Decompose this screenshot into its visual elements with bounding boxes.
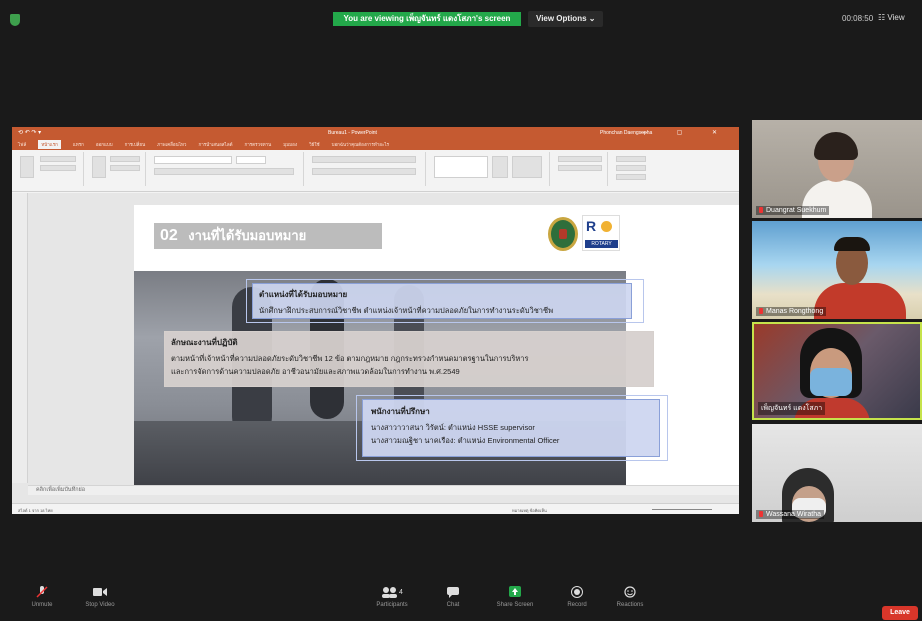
slide-thumbnails-pane[interactable] (12, 193, 28, 483)
notes-comments-buttons[interactable]: หมายเหตุ ข้อคิดเห็น (512, 507, 547, 514)
reactions-icon (624, 586, 636, 598)
clipboard-group[interactable] (16, 152, 84, 186)
assigned-position-text: นักศึกษาฝึกประสบการณ์วิชาชีพ ตำแหน่งเจ้า… (259, 306, 554, 315)
job-description-line-1: ตามหน้าที่เจ้าหน้าที่ความปลอดภัยระดับวิช… (171, 354, 529, 363)
font-group[interactable] (150, 152, 304, 186)
advisors-box: พนักงานที่ปรึกษา นางสาวาวาสนา วิรัตน์: ต… (362, 399, 660, 457)
view-options-button[interactable]: View Options ⌄ (528, 11, 604, 27)
participants-button[interactable]: 4 Participants (364, 586, 420, 608)
paragraph-group[interactable] (308, 152, 426, 186)
slide-header: 02 งานที่ได้รับมอบหมาย R ROTARY (134, 205, 739, 271)
assigned-position-heading: ตำแหน่งที่ได้รับมอบหมาย (259, 290, 348, 299)
job-description-box: ลักษณะงานที่ปฏิบัติ ตามหน้าที่เจ้าหน้าที… (164, 331, 654, 387)
record-button[interactable]: Record (562, 586, 592, 608)
share-screen-icon (509, 586, 521, 597)
advisor-2: นางสาวมณฐิชา นาคเรือง: ตำแหน่ง Environme… (371, 436, 560, 445)
chat-button[interactable]: Chat (438, 586, 468, 608)
video-icon (93, 588, 107, 596)
university-seal-icon (548, 217, 578, 251)
svg-text:4: 4 (399, 589, 403, 596)
shared-powerpoint-window: ⟲ ↶ ↷ ▾ Bureau1 - PowerPoint Phonchan Da… (12, 127, 739, 514)
viewing-screen-banner: You are viewing เพ็ญจันทร์ แดงโสภา's scr… (333, 12, 521, 26)
ribbon-toolbar (12, 150, 739, 192)
participant-name: Wassana Wiratha (756, 510, 824, 519)
current-slide[interactable]: 02 งานที่ได้รับมอบหมาย R ROTARY ตำแหน่งท… (134, 205, 739, 493)
ribbon-tabs: ไฟล์ หน้าแรก แทรก ออกแบบ การเปลี่ยน ภาพเ… (12, 139, 739, 150)
slide-editing-area: 02 งานที่ได้รับมอบหมาย R ROTARY ตำแหน่งท… (12, 193, 739, 503)
participant-name: Duangrat Suekhum (756, 206, 830, 215)
advisors-heading: พนักงานที่ปรึกษา (371, 407, 430, 416)
slide-count-status: สไลด์ 1 จาก 18 ไทย (18, 508, 53, 513)
mic-muted-icon (759, 511, 763, 517)
meeting-controls-bar: Unmute Stop Video 4 Participants Chat Sh… (0, 580, 922, 621)
mic-muted-icon (36, 586, 48, 598)
job-description-line-2: และการจัดการด้านความปลอดภัย อาชีวอนามัยแ… (171, 367, 460, 376)
slide-number: 02 (160, 227, 178, 244)
view-layout-button[interactable]: ☷ View (878, 13, 905, 22)
notes-pane[interactable]: คลิกเพื่อเพิ่มบันทึกย่อ (28, 485, 739, 495)
record-icon (571, 586, 583, 598)
meeting-timer: 00:08:50 (842, 14, 874, 23)
editing-group[interactable] (612, 152, 652, 186)
participants-icon: 4 (382, 587, 403, 598)
ribbon-tab[interactable]: การนำเสนอสไลด์ (198, 141, 232, 148)
ribbon-tab[interactable]: แทรก (73, 141, 84, 148)
share-screen-button[interactable]: Share Screen (492, 586, 538, 608)
slide-title-text: งานที่ได้รับมอบหมาย (188, 228, 307, 243)
quick-access-toolbar[interactable]: ⟲ ↶ ↷ ▾ (18, 129, 41, 136)
ribbon-tab[interactable]: การเปลี่ยน (125, 141, 146, 148)
ribbon-tab[interactable]: ภาพเคลื่อนไหว (157, 141, 186, 148)
shape-format-group[interactable] (554, 152, 608, 186)
participant-video-tile-active-speaker[interactable]: เพ็ญจันทร์ แดงโสภา (752, 322, 922, 420)
reactions-button[interactable]: Reactions (612, 586, 648, 608)
drawing-group[interactable] (430, 152, 550, 186)
rotary-logo-icon: R ROTARY (582, 215, 620, 251)
zoom-slider[interactable] (652, 509, 712, 510)
unmute-button[interactable]: Unmute (22, 586, 62, 608)
participant-video-tile[interactable]: Manas Rongthong (752, 221, 922, 319)
participant-name: เพ็ญจันทร์ แดงโสภา (758, 402, 826, 415)
ribbon-tab[interactable]: ไฟล์ (18, 141, 26, 148)
ppt-window-title: Bureau1 - PowerPoint (328, 130, 377, 136)
ribbon-tab[interactable]: ออกแบบ (96, 141, 113, 148)
meeting-top-bar: You are viewing เพ็ญจันทร์ แดงโสภา's scr… (0, 0, 922, 40)
ppt-status-bar: สไลด์ 1 จาก 18 ไทย หมายเหตุ ข้อคิดเห็น (12, 503, 739, 514)
security-shield-icon[interactable] (10, 14, 20, 26)
ppt-title-bar: ⟲ ↶ ↷ ▾ Bureau1 - PowerPoint Phonchan Da… (12, 127, 739, 139)
assigned-position-box: ตำแหน่งที่ได้รับมอบหมาย นักศึกษาฝึกประสบ… (252, 283, 632, 319)
slide-title: 02 งานที่ได้รับมอบหมาย (154, 223, 382, 249)
stop-video-button[interactable]: Stop Video (78, 586, 122, 608)
chat-icon (447, 587, 459, 598)
ribbon-tab[interactable]: วิธีใช้ (309, 141, 320, 148)
participant-video-tile[interactable]: Duangrat Suekhum (752, 120, 922, 218)
ribbon-tab[interactable]: การตรวจทาน (245, 141, 272, 148)
participant-video-tile[interactable]: Wassana Wiratha (752, 424, 922, 522)
ribbon-tab[interactable]: มุมมอง (283, 141, 297, 148)
slides-group[interactable] (88, 152, 146, 186)
window-controls[interactable]: — ▢ ✕ (641, 129, 731, 136)
leave-meeting-button[interactable]: Leave (882, 606, 918, 620)
mic-muted-icon (759, 207, 763, 213)
advisor-1: นางสาวาวาสนา วิรัตน์: ตำแหน่ง HSSE super… (371, 423, 535, 432)
participant-name: Manas Rongthong (756, 307, 827, 316)
ribbon-tab-home[interactable]: หน้าแรก (38, 140, 61, 149)
mic-muted-icon (759, 308, 763, 314)
tell-me-search[interactable]: บอกฉันว่าคุณต้องการทำอะไร (332, 141, 389, 148)
job-description-heading: ลักษณะงานที่ปฏิบัติ (171, 338, 238, 347)
